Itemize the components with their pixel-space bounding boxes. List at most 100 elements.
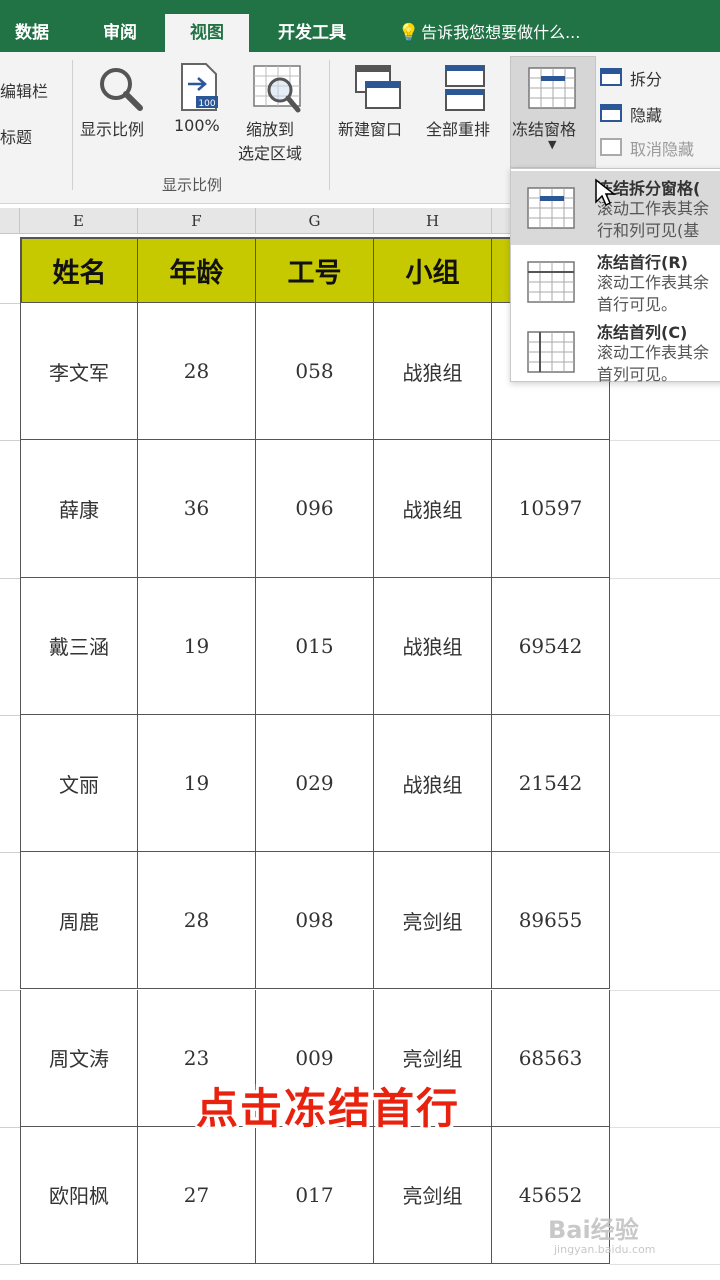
table-cell[interactable]: 李文军	[20, 303, 138, 441]
freeze-panes-icon	[528, 67, 576, 109]
column-header-h[interactable]: H	[374, 208, 492, 234]
gridline	[610, 852, 720, 854]
svg-text:100: 100	[198, 99, 215, 109]
magnifier-icon	[100, 68, 143, 111]
table-cell[interactable]: 周文涛	[20, 989, 138, 1127]
chevron-down-icon: ▼	[548, 138, 557, 151]
menu-item-desc-line: 滚动工作表其余	[597, 273, 710, 292]
menu-item-desc: 滚动工作表其余 首行可见。	[597, 272, 720, 316]
table-cell[interactable]: 亮剑组	[374, 852, 492, 990]
gridline	[610, 577, 720, 579]
tab-data[interactable]: 数据	[0, 14, 64, 52]
freeze-top-row-icon	[527, 261, 575, 303]
gridline	[610, 714, 720, 716]
column-header-g[interactable]: G	[256, 208, 374, 234]
table-cell[interactable]: 战狼组	[374, 577, 492, 715]
gridline	[610, 1126, 720, 1128]
row-header-corner[interactable]	[0, 208, 20, 234]
zoom-to-selection-icon	[253, 65, 301, 113]
unhide-icon	[600, 138, 622, 156]
tab-view[interactable]: 视图	[165, 14, 249, 52]
gridline	[0, 1126, 20, 1128]
gridline	[0, 989, 20, 991]
gridline	[0, 852, 20, 854]
zoom-100-label: 100%	[174, 116, 220, 135]
menu-item-desc-line: 滚动工作表其余	[597, 343, 710, 362]
table-cell[interactable]: 017	[256, 1126, 374, 1265]
headings-checkbox-label[interactable]: 标题	[0, 124, 32, 148]
menu-item-freeze-top-row[interactable]: 冻结首行(R) 滚动工作表其余 首行可见。	[511, 245, 720, 319]
gridline	[0, 1264, 20, 1266]
menu-item-title: 冻结首行(R)	[597, 253, 688, 272]
table-cell[interactable]: 戴三涵	[20, 577, 138, 715]
freeze-panes-icon	[527, 187, 575, 229]
tab-review[interactable]: 审阅	[84, 14, 156, 52]
table-cell[interactable]: 亮剑组	[374, 1126, 492, 1265]
tab-developer[interactable]: 开发工具	[260, 14, 364, 52]
table-header-cell[interactable]: 小组	[374, 237, 492, 303]
zoom-to-selection-label-line2: 选定区域	[238, 144, 303, 163]
tell-me-search[interactable]: 💡 告诉我您想要做什么...	[398, 14, 580, 52]
table-cell[interactable]: 战狼组	[374, 440, 492, 578]
caption-overlay: 点击冻结首行	[196, 1084, 461, 1133]
gridline	[610, 989, 720, 991]
split-icon	[600, 68, 622, 86]
table-cell[interactable]: 89655	[492, 852, 610, 990]
new-window-label: 新建窗口	[338, 120, 403, 139]
menu-item-desc-line: 首行可见。	[597, 295, 678, 314]
formula-bar-checkbox-label[interactable]: 编辑栏	[0, 78, 48, 102]
group-separator	[329, 60, 330, 190]
table-cell[interactable]: 战狼组	[374, 714, 492, 853]
table-cell[interactable]: 战狼组	[374, 303, 492, 441]
gridline	[0, 577, 20, 579]
zoom-label: 显示比例	[80, 120, 145, 139]
table-cell[interactable]: 27	[138, 1126, 256, 1265]
table-header-cell[interactable]: 工号	[256, 237, 374, 303]
column-header-e[interactable]: E	[20, 208, 138, 234]
table-cell[interactable]: 029	[256, 714, 374, 853]
column-header-f[interactable]: F	[138, 208, 256, 234]
hide-label: 隐藏	[630, 106, 663, 125]
menu-item-desc: 滚动工作表其余 首列可见。	[597, 342, 720, 386]
table-cell[interactable]: 058	[256, 303, 374, 441]
new-window-icon	[355, 65, 401, 109]
hide-icon	[600, 104, 622, 122]
table-cell[interactable]: 69542	[492, 577, 610, 715]
gridline	[610, 1264, 720, 1266]
watermark-url: jingyan.baidu.com	[554, 1243, 656, 1256]
table-cell[interactable]: 薛康	[20, 440, 138, 578]
menu-item-freeze-first-column[interactable]: 冻结首列(C) 滚动工作表其余 首列可见。	[511, 315, 720, 389]
zoom-100-icon: 100	[181, 63, 218, 111]
mouse-cursor-icon	[595, 178, 616, 207]
gridline	[0, 303, 20, 304]
table-cell[interactable]: 015	[256, 577, 374, 715]
group-separator	[72, 60, 73, 190]
freeze-first-column-icon	[527, 331, 575, 373]
table-cell[interactable]: 096	[256, 440, 374, 578]
table-cell[interactable]: 36	[138, 440, 256, 578]
table-header-cell[interactable]: 年龄	[138, 237, 256, 303]
table-cell[interactable]: 10597	[492, 440, 610, 578]
arrange-all-label: 全部重排	[426, 120, 491, 139]
gridline	[0, 714, 20, 716]
gridline	[610, 440, 720, 442]
table-cell[interactable]: 欧阳枫	[20, 1126, 138, 1265]
ribbon-tab-bar: 数据 审阅 视图 开发工具 💡 告诉我您想要做什么...	[0, 0, 720, 52]
gridline	[0, 440, 20, 442]
table-cell[interactable]: 19	[138, 714, 256, 853]
zoom-to-selection-label-line1: 缩放到	[246, 120, 295, 139]
table-cell[interactable]: 文丽	[20, 714, 138, 853]
table-cell[interactable]: 68563	[492, 989, 610, 1127]
table-cell[interactable]: 28	[138, 852, 256, 990]
table-cell[interactable]: 19	[138, 577, 256, 715]
menu-item-desc-line: 行和列可见(基	[597, 221, 700, 240]
watermark-logo: Bai经验 jingyan.baidu.com	[548, 1210, 656, 1256]
table-header-cell[interactable]: 姓名	[20, 237, 138, 303]
table-cell[interactable]: 21542	[492, 714, 610, 853]
table-cell[interactable]: 28	[138, 303, 256, 441]
menu-item-title: 冻结首列(C)	[597, 323, 688, 342]
lightbulb-icon: 💡	[398, 23, 420, 43]
table-cell[interactable]: 周鹿	[20, 852, 138, 990]
table-cell[interactable]: 098	[256, 852, 374, 990]
freeze-panes-label: 冻结窗格	[512, 120, 577, 139]
